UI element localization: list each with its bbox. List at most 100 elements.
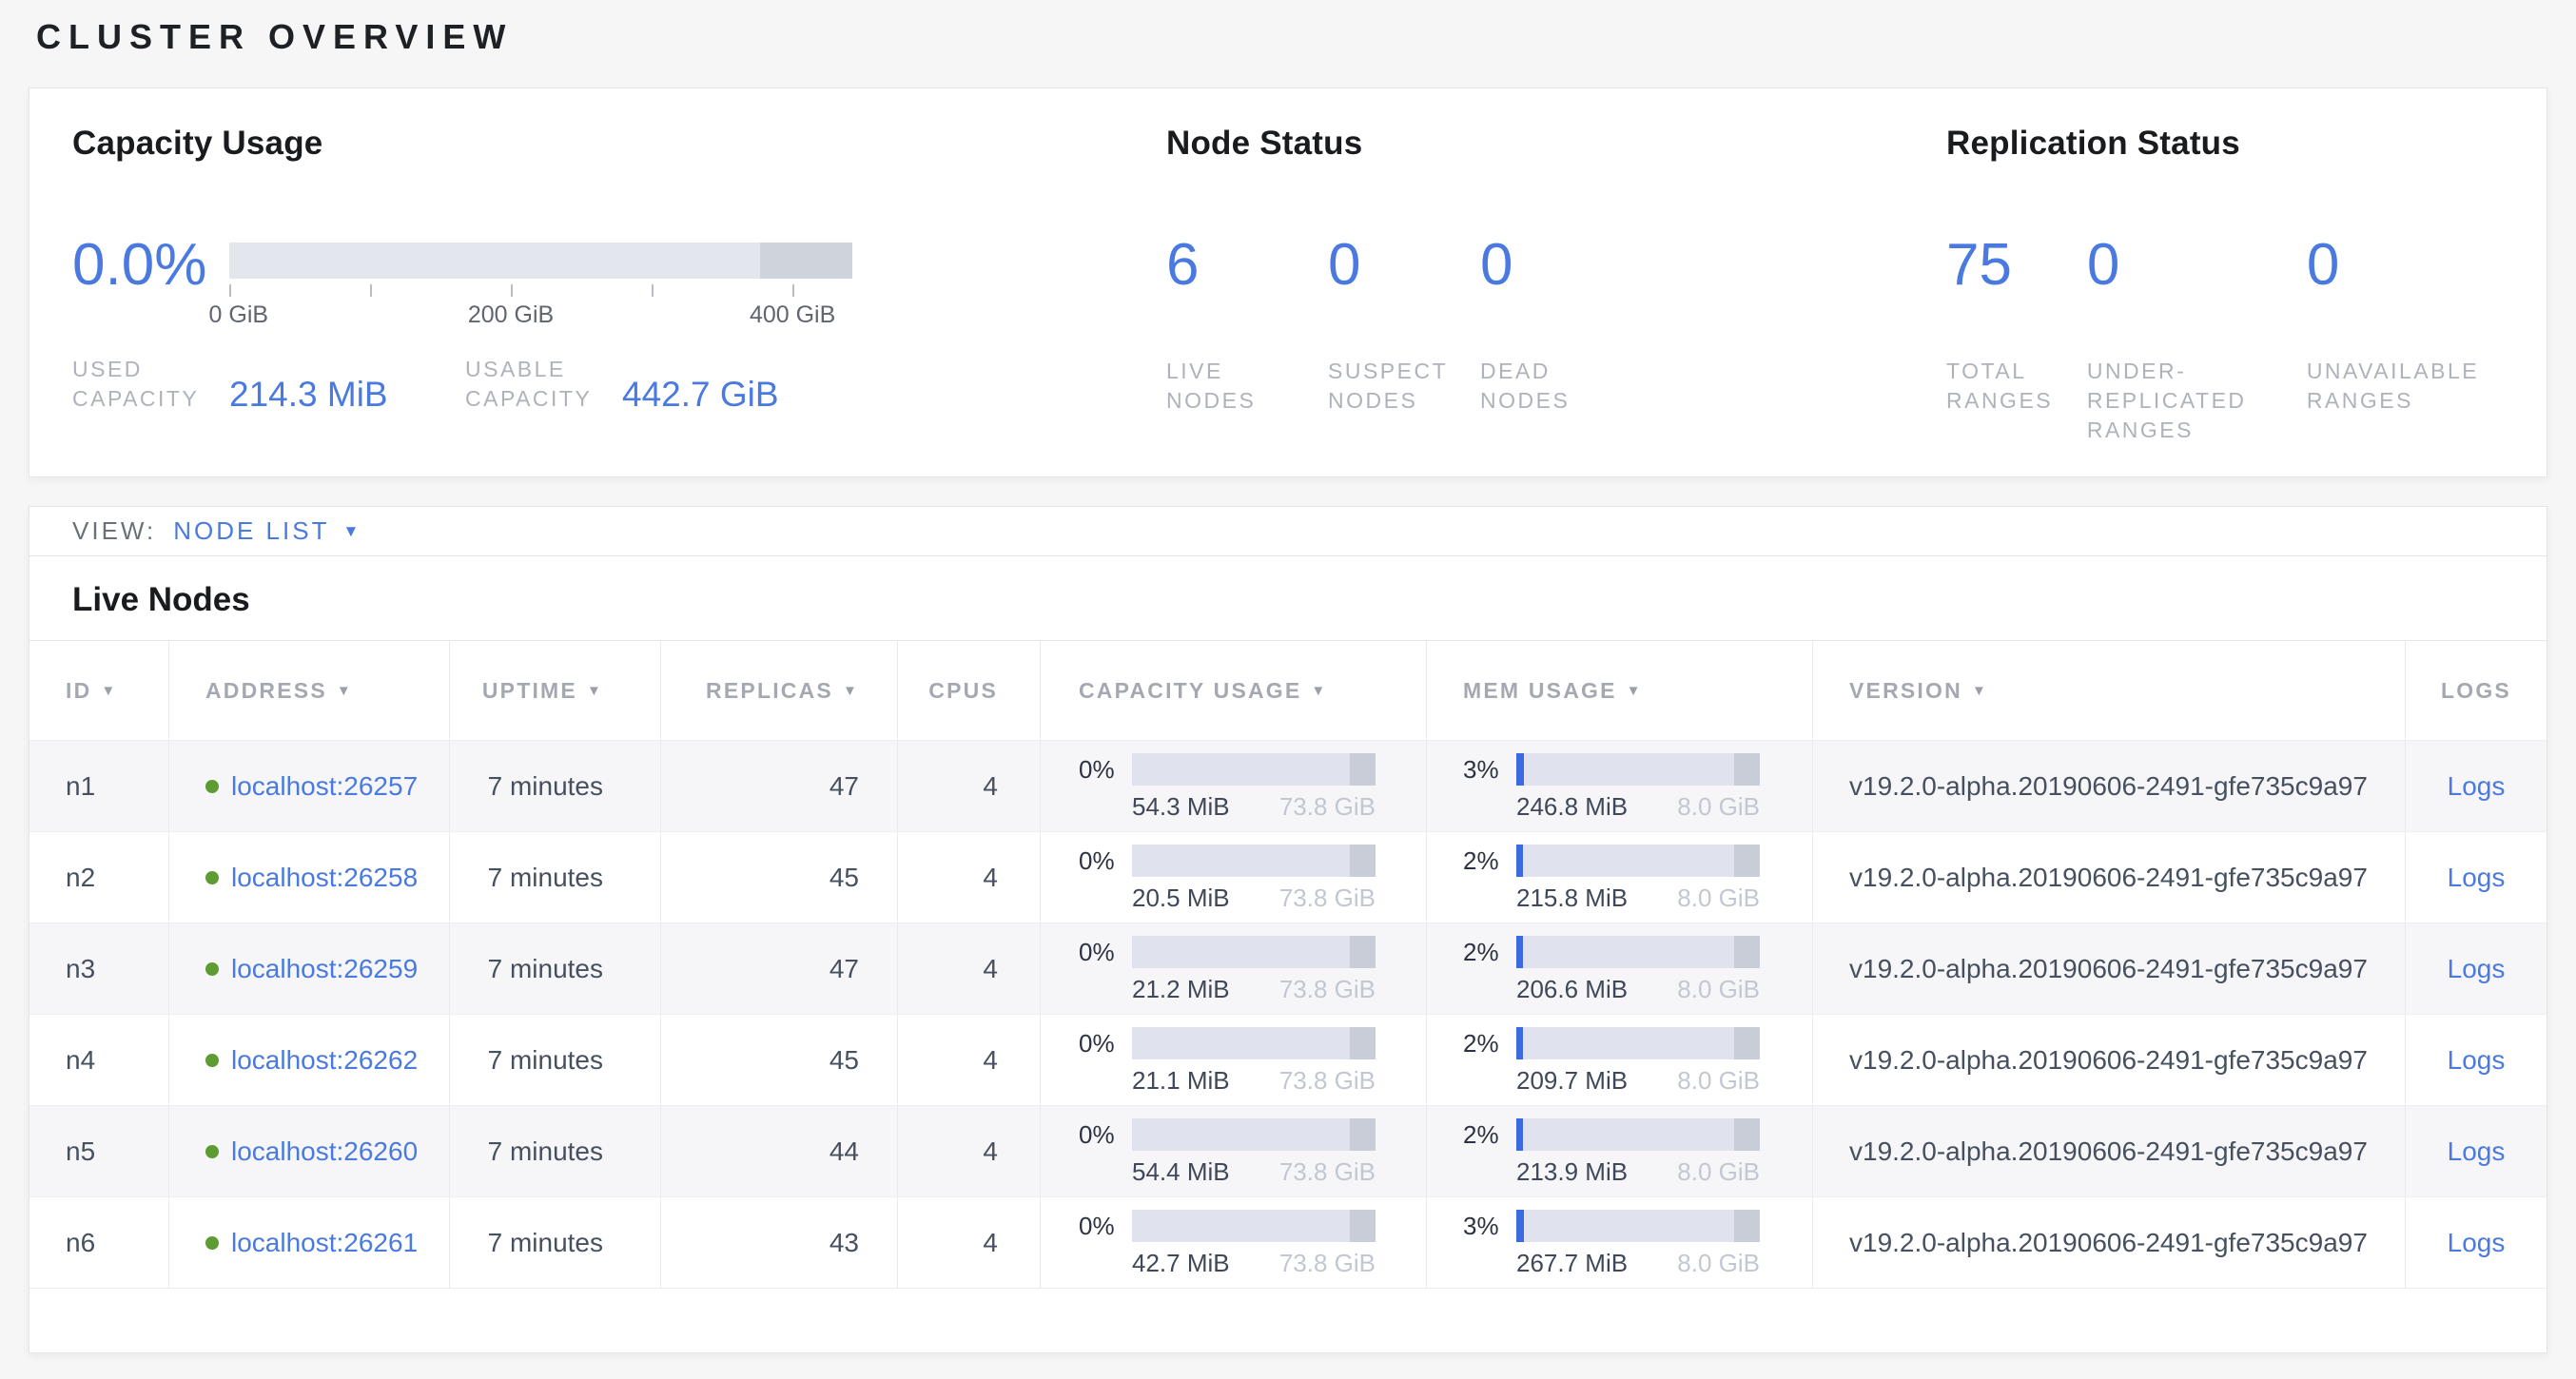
capacity-percent: 0% (1079, 1120, 1132, 1150)
column-header-replicas[interactable]: REPLICAS ▼ (661, 641, 898, 740)
node-replicas: 44 (661, 1106, 898, 1196)
mem-usage-cell: 2% 215.8 MiB 8.0 GiB (1427, 832, 1813, 923)
table-row: n3 localhost:26259 7 minutes 47 4 0% (29, 923, 2547, 1014)
capacity-usage-cell: 0% 20.5 MiB 73.8 GiB (1041, 832, 1427, 923)
table-row: n1 localhost:26257 7 minutes 47 4 0% (29, 740, 2547, 831)
unavailable-ranges-count: 0 (2307, 229, 2509, 301)
sort-desc-icon: ▼ (101, 683, 117, 699)
total-ranges-count: 75 (1946, 229, 2087, 301)
table-header-row: ID ▼ ADDRESS ▼ UPTIME ▼ REPLICAS ▼ CPUS … (29, 640, 2547, 740)
capacity-usage-cell: 0% 21.2 MiB 73.8 GiB (1041, 923, 1427, 1014)
capacity-usage-cell: 0% 42.7 MiB 73.8 GiB (1041, 1197, 1427, 1288)
logs-cell: Logs (2406, 1106, 2547, 1196)
capacity-max: 73.8 GiB (1279, 1066, 1376, 1096)
node-address-link[interactable]: localhost:26261 (231, 1228, 418, 1258)
column-header-version[interactable]: VERSION ▼ (1813, 641, 2406, 740)
node-version: v19.2.0-alpha.20190606-2491-gfe735c9a97 (1813, 1197, 2406, 1288)
axis-tick (511, 284, 513, 297)
capacity-bar (1132, 1027, 1376, 1059)
column-header-capacity-usage[interactable]: CAPACITY USAGE ▼ (1041, 641, 1427, 740)
capacity-max: 73.8 GiB (1279, 884, 1376, 913)
node-id: n3 (29, 923, 169, 1014)
logs-cell: Logs (2406, 1197, 2547, 1288)
node-address-link[interactable]: localhost:26260 (231, 1136, 418, 1167)
axis-tick (229, 284, 231, 297)
logs-link[interactable]: Logs (2448, 1228, 2506, 1258)
view-dropdown[interactable]: NODE LIST ▼ (173, 516, 361, 546)
axis-tick-label: 200 GiB (468, 301, 554, 329)
logs-link[interactable]: Logs (2448, 1045, 2506, 1076)
mem-usage-cell: 2% 206.6 MiB 8.0 GiB (1427, 923, 1813, 1014)
node-address-link[interactable]: localhost:26262 (231, 1045, 418, 1076)
cluster-overview-page: CLUSTER OVERVIEW Capacity Usage 0.0% (0, 17, 2576, 1353)
capacity-usage-section: Capacity Usage 0.0% 0 GiB 20 (72, 125, 1166, 448)
node-version: v19.2.0-alpha.20190606-2491-gfe735c9a97 (1813, 1015, 2406, 1105)
mem-max: 8.0 GiB (1677, 1249, 1760, 1278)
capacity-percent: 0% (1079, 1029, 1132, 1059)
capacity-max: 73.8 GiB (1279, 975, 1376, 1004)
under-replicated-ranges-stat: 0 UNDER-REPLICATED RANGES (2087, 229, 2307, 445)
column-header-uptime[interactable]: UPTIME ▼ (450, 641, 661, 740)
mem-bar-fill (1516, 753, 1524, 786)
suspect-nodes-label: SUSPECT NODES (1328, 357, 1471, 416)
node-live-dot-icon (205, 1236, 219, 1250)
column-header-address[interactable]: ADDRESS ▼ (169, 641, 450, 740)
node-status-section: Node Status 6 LIVE NODES 0 SUSPECT NODES… (1166, 125, 1946, 448)
capacity-used-percent: 0.0% (72, 229, 229, 326)
node-address-link[interactable]: localhost:26259 (231, 954, 418, 984)
table-row: n4 localhost:26262 7 minutes 45 4 0% (29, 1014, 2547, 1105)
mem-usage-cell: 2% 213.9 MiB 8.0 GiB (1427, 1106, 1813, 1196)
column-header-mem-usage[interactable]: MEM USAGE ▼ (1427, 641, 1813, 740)
logs-link[interactable]: Logs (2448, 1136, 2506, 1167)
column-header-cpus: CPUS (898, 641, 1041, 740)
node-version: v19.2.0-alpha.20190606-2491-gfe735c9a97 (1813, 832, 2406, 923)
node-address-link[interactable]: localhost:26257 (231, 771, 418, 802)
under-replicated-ranges-label: UNDER-REPLICATED RANGES (2087, 357, 2282, 445)
logs-link[interactable]: Logs (2448, 771, 2506, 802)
capacity-axis: 0 GiB 200 GiB 400 GiB (229, 279, 852, 326)
mem-percent: 2% (1463, 1120, 1516, 1150)
page-title: CLUSTER OVERVIEW (36, 17, 2547, 57)
capacity-meter-reserved-segment (760, 243, 852, 279)
mem-bar (1516, 753, 1760, 786)
node-replicas: 45 (661, 832, 898, 923)
capacity-max: 73.8 GiB (1279, 1249, 1376, 1278)
column-header-id[interactable]: ID ▼ (29, 641, 169, 740)
node-replicas: 47 (661, 741, 898, 831)
mem-max: 8.0 GiB (1677, 975, 1760, 1004)
node-live-dot-icon (205, 1145, 219, 1158)
chevron-down-icon: ▼ (342, 522, 361, 541)
logs-link[interactable]: Logs (2448, 954, 2506, 984)
capacity-bar-reserved (1350, 1210, 1376, 1242)
node-version: v19.2.0-alpha.20190606-2491-gfe735c9a97 (1813, 1106, 2406, 1196)
node-id: n2 (29, 832, 169, 923)
mem-percent: 3% (1463, 755, 1516, 785)
node-replicas: 45 (661, 1015, 898, 1105)
node-address-cell: localhost:26258 (169, 832, 450, 923)
capacity-percent: 0% (1079, 755, 1132, 785)
node-address-cell: localhost:26257 (169, 741, 450, 831)
summary-card: Capacity Usage 0.0% 0 GiB 20 (29, 87, 2547, 477)
node-address-cell: localhost:26259 (169, 923, 450, 1014)
mem-bar-reserved (1734, 1118, 1760, 1151)
node-uptime: 7 minutes (450, 1106, 661, 1196)
used-capacity-label: USED CAPACITY (72, 355, 229, 414)
mem-bar (1516, 1210, 1760, 1242)
capacity-usage-cell: 0% 54.3 MiB 73.8 GiB (1041, 741, 1427, 831)
mem-percent: 2% (1463, 846, 1516, 876)
dead-nodes-count: 0 (1480, 229, 1623, 301)
dead-nodes-label: DEAD NODES (1480, 357, 1623, 416)
node-address-cell: localhost:26260 (169, 1106, 450, 1196)
mem-usage-cell: 2% 209.7 MiB 8.0 GiB (1427, 1015, 1813, 1105)
axis-tick (792, 284, 794, 297)
nodes-card: VIEW: NODE LIST ▼ Live Nodes ID ▼ ADDRES… (29, 506, 2547, 1353)
table-row: n2 localhost:26258 7 minutes 45 4 0% (29, 831, 2547, 923)
total-ranges-label: TOTAL RANGES (1946, 357, 2087, 416)
mem-used: 213.9 MiB (1516, 1157, 1628, 1187)
logs-link[interactable]: Logs (2448, 863, 2506, 893)
mem-used: 267.7 MiB (1516, 1249, 1628, 1278)
capacity-bar-reserved (1350, 753, 1376, 786)
view-dropdown-value: NODE LIST (173, 516, 329, 546)
mem-max: 8.0 GiB (1677, 1157, 1760, 1187)
node-address-link[interactable]: localhost:26258 (231, 863, 418, 893)
